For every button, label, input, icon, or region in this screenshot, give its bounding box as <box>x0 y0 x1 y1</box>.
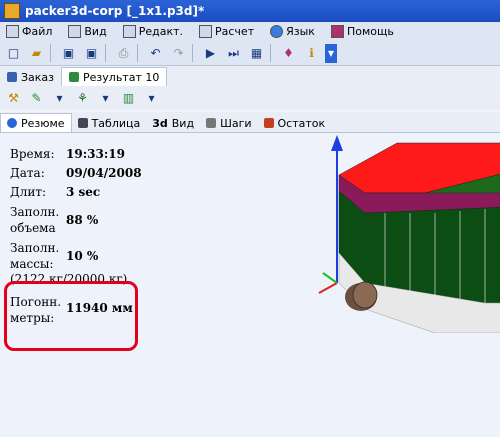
help-button[interactable]: ♦ <box>279 44 298 63</box>
main-toolbar: □ ▰ ▣ ▣ ⎙ ↶ ↷ ▶ ⏭ ▦ ♦ ℹ ▾ <box>0 41 500 66</box>
palette-dropdown[interactable]: ▾ <box>50 89 69 108</box>
result-toolbar: ⚒ ✎ ▾ ⚘ ▾ ▥ ▾ <box>0 86 500 110</box>
mass-label-line2: массы: <box>10 257 54 271</box>
run-step-button[interactable]: ⏭ <box>224 44 243 63</box>
steps-icon <box>206 118 217 128</box>
toolbar-separator <box>192 44 193 62</box>
menu-language[interactable]: Язык <box>270 25 315 38</box>
export-button[interactable]: ⚒ <box>4 89 23 108</box>
duration-label: Длит: <box>10 185 47 199</box>
date-value: 09/04/2008 <box>66 166 142 180</box>
remainder-icon <box>263 118 274 128</box>
save-as-button[interactable]: ▣ <box>82 44 101 63</box>
help-book-icon <box>330 25 344 38</box>
redo-button[interactable]: ↷ <box>169 44 188 63</box>
view-tabs: Резюме Таблица 3d Вид Шаги Остаток <box>0 112 500 133</box>
order-icon <box>7 72 17 82</box>
volume-label-line1: Заполн. <box>10 205 60 219</box>
open-file-button[interactable]: ▰ <box>27 44 46 63</box>
tab-table[interactable]: Таблица <box>72 114 147 132</box>
report-dropdown[interactable]: ▾ <box>142 89 161 108</box>
tab-remainder[interactable]: Остаток <box>258 114 332 132</box>
date-label: Дата: <box>10 166 45 180</box>
toolbar-separator <box>105 44 106 62</box>
time-label: Время: <box>10 147 55 161</box>
tab-steps[interactable]: Шаги <box>200 114 257 132</box>
print-button[interactable]: ⎙ <box>114 44 133 63</box>
app-icon <box>4 3 20 19</box>
new-file-button[interactable]: □ <box>4 44 23 63</box>
info-icon <box>7 118 17 128</box>
3d-cargo-view[interactable] <box>305 133 500 333</box>
toolbar-separator <box>270 44 271 62</box>
save-button[interactable]: ▣ <box>59 44 78 63</box>
run-button[interactable]: ▶ <box>201 44 220 63</box>
globe-icon <box>270 25 284 38</box>
summary-panel: Время: 19:33:19 Дата: 09/04/2008 Длит: 3… <box>0 133 500 437</box>
menu-view[interactable]: Вид <box>68 25 107 38</box>
menu-help[interactable]: Помощь <box>330 25 394 38</box>
x-axis <box>318 282 338 294</box>
time-value: 19:33:19 <box>66 147 125 161</box>
cylinder-cap <box>352 281 378 309</box>
highlight-frame <box>4 281 138 351</box>
title-bar: packer3d-corp [_1x1.p3d]* <box>0 0 500 22</box>
duration-value: 3 sec <box>66 185 101 199</box>
menu-edit[interactable]: Редакт. <box>122 25 183 38</box>
toolbar-overflow-button[interactable]: ▾ <box>325 43 337 63</box>
undo-button[interactable]: ↶ <box>146 44 165 63</box>
calc-button[interactable]: ▦ <box>247 44 266 63</box>
3d-icon: 3d <box>152 116 168 130</box>
edit-icon <box>122 25 136 38</box>
report-button[interactable]: ▥ <box>119 89 138 108</box>
menu-calc[interactable]: Расчет <box>199 25 254 38</box>
chart-button[interactable]: ⚘ <box>73 89 92 108</box>
chart-dropdown[interactable]: ▾ <box>96 89 115 108</box>
mass-value: 10 % <box>66 249 99 263</box>
result-icon <box>69 72 80 82</box>
document-tabs: Заказ Результат 10 <box>0 66 500 87</box>
menu-file[interactable]: Файл <box>6 25 52 38</box>
palette-button[interactable]: ✎ <box>27 89 46 108</box>
window-title: packer3d-corp [_1x1.p3d]* <box>25 4 205 18</box>
mass-label-line1: Заполн. <box>10 241 60 255</box>
y-axis <box>322 272 338 284</box>
calc-icon <box>199 25 212 38</box>
table-icon <box>77 118 88 128</box>
view-icon <box>68 25 82 38</box>
tab-3d-view[interactable]: 3d Вид <box>146 114 200 132</box>
volume-value: 88 % <box>66 213 99 227</box>
file-icon <box>6 25 19 38</box>
info-button[interactable]: ℹ <box>302 44 321 63</box>
toolbar-separator <box>50 44 51 62</box>
z-axis-arrow <box>331 135 343 151</box>
menu-bar: Файл Вид Редакт. Расчет Язык Помощь <box>0 22 500 42</box>
tab-summary[interactable]: Резюме <box>0 113 72 132</box>
volume-label-line2: объема <box>10 221 56 235</box>
tab-order[interactable]: Заказ <box>0 68 61 86</box>
toolbar-separator <box>137 44 138 62</box>
tab-result[interactable]: Результат 10 <box>61 67 168 86</box>
